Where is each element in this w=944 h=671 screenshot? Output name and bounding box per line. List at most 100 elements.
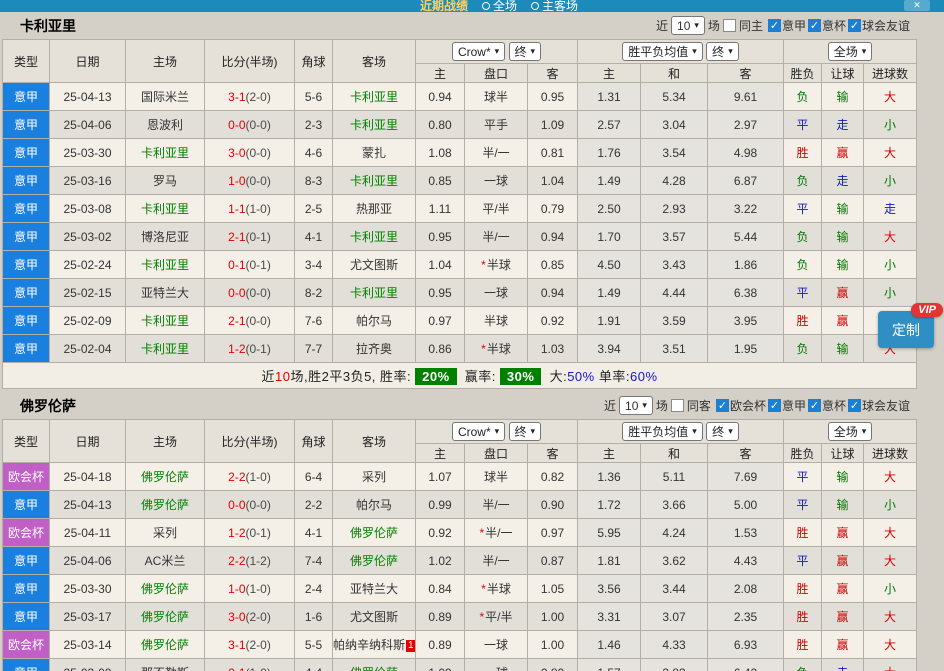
match-date: 25-03-16: [50, 167, 126, 195]
league-badge[interactable]: 意甲: [3, 491, 50, 519]
home-team[interactable]: 佛罗伦萨: [126, 631, 205, 659]
home-team[interactable]: 佛罗伦萨: [126, 463, 205, 491]
away-team[interactable]: 卡利亚里: [333, 223, 416, 251]
odds-time-select[interactable]: 终▾: [509, 422, 542, 441]
home-team[interactable]: 那不勒斯: [126, 659, 205, 671]
away-team[interactable]: 热那亚: [333, 195, 416, 223]
col-euro-away: 客: [708, 444, 784, 463]
league-badge[interactable]: 意甲: [3, 167, 50, 195]
league-badge[interactable]: 欧会杯: [3, 463, 50, 491]
league-badge[interactable]: 意甲: [3, 659, 50, 671]
league-badge[interactable]: 意甲: [3, 83, 50, 111]
away-team[interactable]: 帕尔马: [333, 307, 416, 335]
league-badge[interactable]: 意甲: [3, 251, 50, 279]
chevron-down-icon: ▾: [692, 46, 697, 57]
same-venue-checkbox[interactable]: [671, 399, 684, 412]
league-badge[interactable]: 意甲: [3, 547, 50, 575]
league-badge[interactable]: 意甲: [3, 307, 50, 335]
home-team[interactable]: 卡利亚里: [126, 307, 205, 335]
team-name: 卡利亚里: [20, 16, 76, 36]
away-team[interactable]: 亚特兰大: [333, 575, 416, 603]
league-checkbox[interactable]: ✓: [848, 399, 861, 412]
away-team[interactable]: 佛罗伦萨: [333, 659, 416, 671]
col-euro-draw: 和: [641, 64, 708, 83]
match-row: 意甲25-02-09卡利亚里2-1(0-0)7-6帕尔马0.97半球0.921.…: [3, 307, 917, 335]
odds-time-select[interactable]: 终▾: [509, 42, 542, 61]
match-count-select[interactable]: 10▾: [619, 396, 653, 415]
league-checkbox[interactable]: ✓: [716, 399, 729, 412]
away-team[interactable]: 佛罗伦萨: [333, 519, 416, 547]
away-team[interactable]: 卡利亚里: [333, 167, 416, 195]
home-team[interactable]: 恩波利: [126, 111, 205, 139]
odds-away: 0.82: [528, 463, 578, 491]
league-checkbox[interactable]: ✓: [768, 399, 781, 412]
topbar-option-homeaway[interactable]: 主客场: [531, 0, 578, 12]
scope-select[interactable]: 全场▾: [828, 42, 873, 61]
score: 3-1(2-0): [205, 83, 295, 111]
home-team[interactable]: 亚特兰大: [126, 279, 205, 307]
result-goals: 大: [864, 83, 917, 111]
handicap-line: 一球: [465, 659, 528, 671]
home-team[interactable]: 采列: [126, 519, 205, 547]
europe-time-select[interactable]: 终▾: [706, 42, 739, 61]
league-badge[interactable]: 意甲: [3, 111, 50, 139]
away-team[interactable]: 尤文图斯: [333, 251, 416, 279]
odds-source-select[interactable]: Crow*▾: [452, 422, 505, 441]
result-wdl: 平: [784, 491, 822, 519]
near-label: 近: [604, 397, 616, 414]
home-team[interactable]: 佛罗伦萨: [126, 491, 205, 519]
away-team[interactable]: 拉齐奥: [333, 335, 416, 363]
customize-button[interactable]: 定制 VIP: [878, 311, 934, 348]
league-badge[interactable]: 意甲: [3, 195, 50, 223]
away-team[interactable]: 帕纳辛纳科斯1: [333, 631, 416, 659]
league-badge[interactable]: 意甲: [3, 279, 50, 307]
scope-select[interactable]: 全场▾: [828, 422, 873, 441]
team-name: 佛罗伦萨: [20, 396, 76, 416]
result-handicap: 输: [822, 195, 864, 223]
home-team[interactable]: 博洛尼亚: [126, 223, 205, 251]
away-team[interactable]: 卡利亚里: [333, 83, 416, 111]
league-badge[interactable]: 欧会杯: [3, 631, 50, 659]
home-team[interactable]: 卡利亚里: [126, 335, 205, 363]
euro-draw: 5.11: [641, 463, 708, 491]
odds-away: 0.87: [528, 547, 578, 575]
league-badge[interactable]: 意甲: [3, 139, 50, 167]
match-row: 意甲25-03-30卡利亚里3-0(0-0)4-6蒙扎1.08半/一0.811.…: [3, 139, 917, 167]
home-team[interactable]: 卡利亚里: [126, 139, 205, 167]
league-badge[interactable]: 意甲: [3, 603, 50, 631]
league-checkbox[interactable]: ✓: [848, 19, 861, 32]
result-wdl: 负: [784, 167, 822, 195]
europe-time-select[interactable]: 终▾: [706, 422, 739, 441]
home-team[interactable]: 佛罗伦萨: [126, 603, 205, 631]
away-team[interactable]: 采列: [333, 463, 416, 491]
away-team[interactable]: 佛罗伦萨: [333, 547, 416, 575]
chevron-down-icon: ▾: [495, 426, 500, 437]
home-team[interactable]: 罗马: [126, 167, 205, 195]
close-icon[interactable]: ✕: [904, 0, 930, 11]
league-checkbox[interactable]: ✓: [768, 19, 781, 32]
euro-away: 4.43: [708, 547, 784, 575]
away-team[interactable]: 尤文图斯: [333, 603, 416, 631]
odds-source-select[interactable]: Crow*▾: [452, 42, 505, 61]
home-team[interactable]: 卡利亚里: [126, 251, 205, 279]
away-team[interactable]: 卡利亚里: [333, 111, 416, 139]
league-badge[interactable]: 意甲: [3, 335, 50, 363]
home-team[interactable]: 佛罗伦萨: [126, 575, 205, 603]
topbar-option-fullmatch[interactable]: 全场: [482, 0, 517, 12]
league-badge[interactable]: 意甲: [3, 223, 50, 251]
home-team[interactable]: 国际米兰: [126, 83, 205, 111]
corners: 1-6: [295, 603, 333, 631]
europe-odds-select[interactable]: 胜平负均值▾: [622, 422, 703, 441]
league-badge[interactable]: 意甲: [3, 575, 50, 603]
away-team[interactable]: 蒙扎: [333, 139, 416, 167]
league-checkbox[interactable]: ✓: [808, 19, 821, 32]
match-count-select[interactable]: 10▾: [671, 16, 705, 35]
europe-odds-select[interactable]: 胜平负均值▾: [622, 42, 703, 61]
home-team[interactable]: 卡利亚里: [126, 195, 205, 223]
home-team[interactable]: AC米兰: [126, 547, 205, 575]
league-badge[interactable]: 欧会杯: [3, 519, 50, 547]
away-team[interactable]: 卡利亚里: [333, 279, 416, 307]
league-checkbox[interactable]: ✓: [808, 399, 821, 412]
same-venue-checkbox[interactable]: [723, 19, 736, 32]
away-team[interactable]: 帕尔马: [333, 491, 416, 519]
